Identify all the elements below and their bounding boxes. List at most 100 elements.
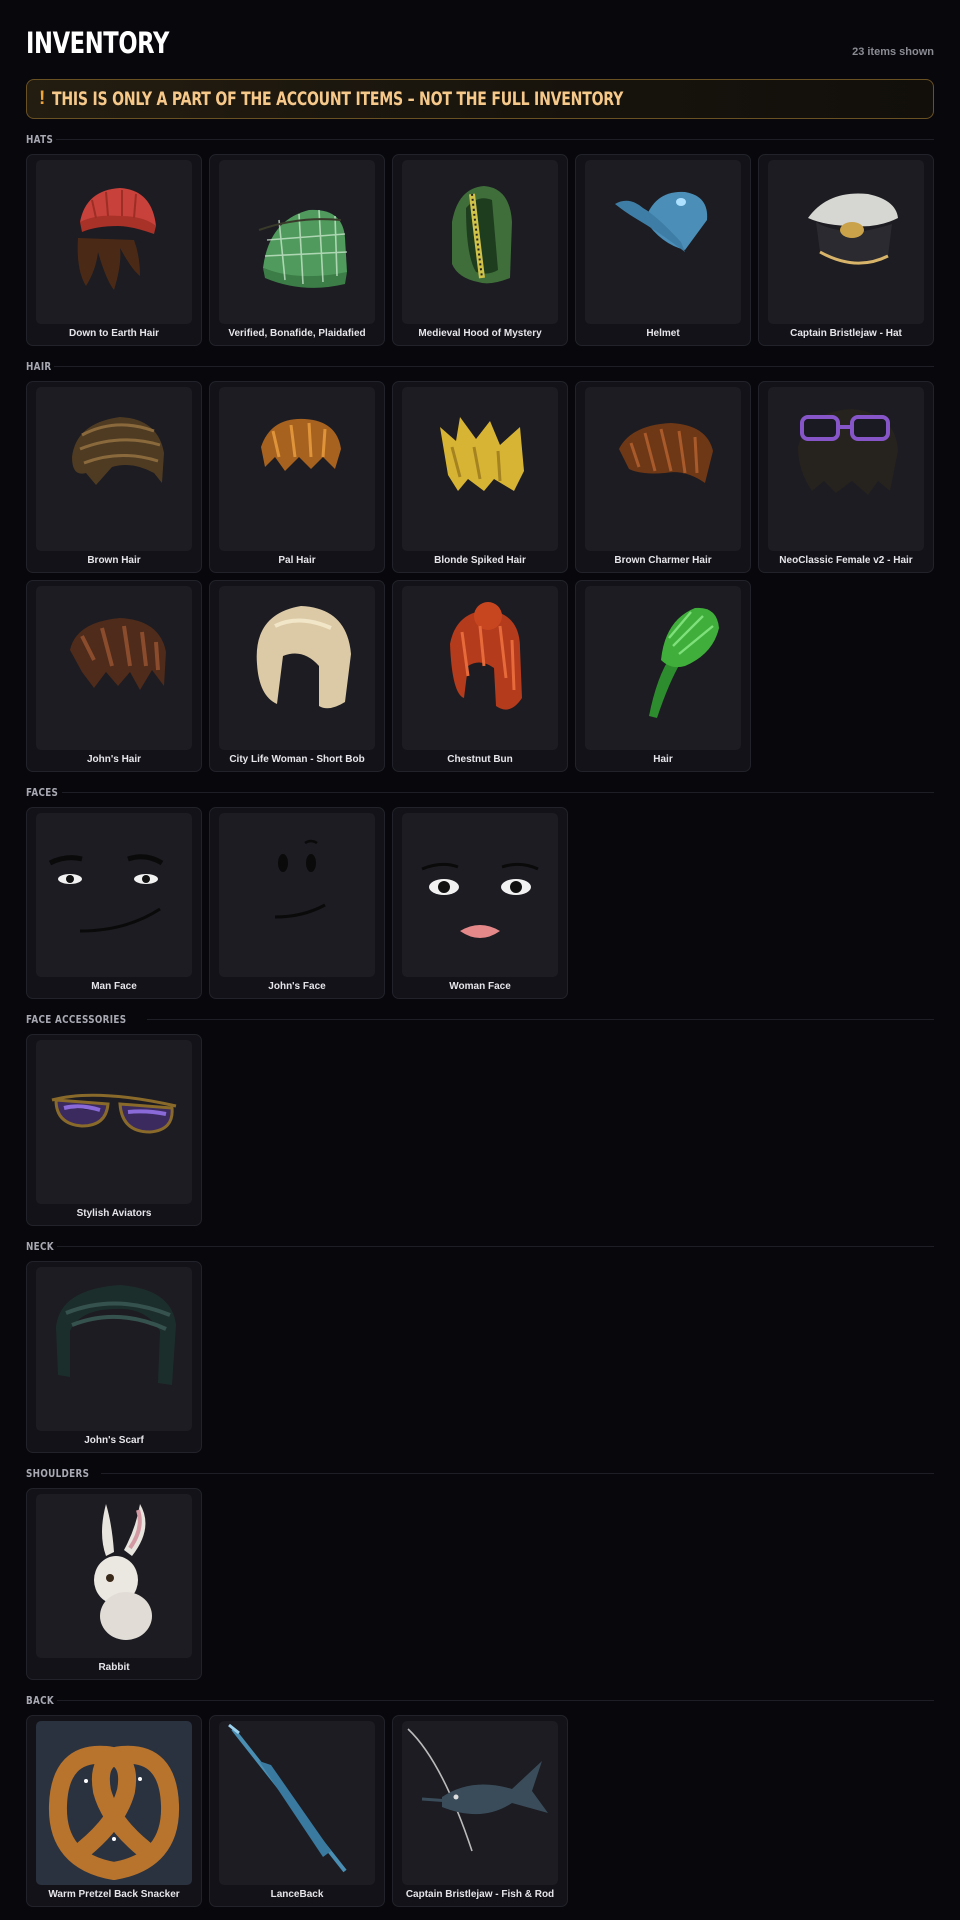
- inventory-page: INVENTORY 23 items shown ! THIS IS ONLY …: [0, 0, 960, 1920]
- inventory-item-card[interactable]: Blonde Spiked Hair: [392, 381, 568, 573]
- item-name: Woman Face: [449, 981, 511, 992]
- item-name: Helmet: [646, 328, 680, 339]
- item-name: Medieval Hood of Mystery: [418, 328, 542, 339]
- scarf-icon: [56, 1285, 176, 1385]
- section-divider: [57, 1699, 934, 1701]
- inventory-item-card[interactable]: Chestnut Bun: [392, 580, 568, 772]
- section-label: FACE ACCESSORIES: [26, 1012, 127, 1026]
- warning-message: THIS IS ONLY A PART OF THE ACCOUNT ITEMS…: [52, 88, 624, 110]
- item-thumbnail: [402, 160, 558, 324]
- item-name: Captain Bristlejaw - Hat: [790, 328, 902, 339]
- item-name: Stylish Aviators: [76, 1208, 152, 1219]
- item-name: NeoClassic Female v2 - Hair: [779, 555, 913, 566]
- johns-hair-icon: [70, 618, 166, 690]
- inventory-sections: HATS Down to Earth Hair Verified, Bonafi…: [26, 132, 934, 1907]
- page-title: INVENTORY: [26, 26, 169, 60]
- chestnut-bun-icon: [450, 602, 522, 710]
- item-thumbnail: [402, 387, 558, 551]
- item-name: Warm Pretzel Back Snacker: [48, 1889, 180, 1900]
- item-thumbnail: [585, 586, 741, 750]
- item-thumbnail: [219, 813, 375, 977]
- inventory-item-card[interactable]: Warm Pretzel Back Snacker: [26, 1715, 202, 1907]
- item-grid: Down to Earth Hair Verified, Bonafide, P…: [26, 154, 934, 346]
- item-grid: Warm Pretzel Back Snacker LanceBack Capt…: [26, 1715, 934, 1907]
- item-name: John's Hair: [86, 754, 142, 765]
- partial-inventory-warning-banner: ! THIS IS ONLY A PART OF THE ACCOUNT ITE…: [26, 79, 934, 119]
- inventory-item-card[interactable]: Woman Face: [392, 807, 568, 999]
- item-name: John's Face: [268, 981, 326, 992]
- neoclassic-hair-icon: [798, 409, 898, 495]
- fish-rod-icon: [407, 1728, 548, 1852]
- aviators-icon: [51, 1093, 177, 1134]
- item-name: Blonde Spiked Hair: [434, 555, 526, 566]
- inventory-item-card[interactable]: Down to Earth Hair: [26, 154, 202, 346]
- inventory-item-card[interactable]: Rabbit: [26, 1488, 202, 1680]
- section-divider: [53, 365, 934, 367]
- section-header-faces: FACES: [26, 785, 934, 799]
- inventory-item-card[interactable]: Captain Bristlejaw - Fish & Rod: [392, 1715, 568, 1907]
- item-name: Man Face: [91, 981, 137, 992]
- inventory-item-card[interactable]: City Life Woman - Short Bob: [209, 580, 385, 772]
- section-divider: [101, 1472, 934, 1474]
- item-name: Captain Bristlejaw - Fish & Rod: [405, 1889, 555, 1900]
- inventory-item-card[interactable]: LanceBack: [209, 1715, 385, 1907]
- inventory-item-card[interactable]: John's Scarf: [26, 1261, 202, 1453]
- inventory-item-card[interactable]: Stylish Aviators: [26, 1034, 202, 1226]
- section-divider: [55, 138, 934, 140]
- page-header: INVENTORY 23 items shown: [26, 26, 934, 60]
- warning-icon: !: [39, 88, 46, 109]
- item-thumbnail: [36, 813, 192, 977]
- item-thumbnail: [36, 1267, 192, 1431]
- inventory-item-card[interactable]: Hair: [575, 580, 751, 772]
- inventory-item-card[interactable]: Pal Hair: [209, 381, 385, 573]
- item-thumbnail: [585, 387, 741, 551]
- item-thumbnail: [219, 586, 375, 750]
- inventory-item-card[interactable]: Captain Bristlejaw - Hat: [758, 154, 934, 346]
- inventory-item-card[interactable]: Medieval Hood of Mystery: [392, 154, 568, 346]
- item-thumbnail: [402, 586, 558, 750]
- item-thumbnail: [585, 160, 741, 324]
- inventory-item-card[interactable]: NeoClassic Female v2 - Hair: [758, 381, 934, 573]
- inventory-item-card[interactable]: Verified, Bonafide, Plaidafied: [209, 154, 385, 346]
- item-grid: Brown Hair Pal Hair Blonde Spiked Hair B…: [26, 381, 934, 772]
- section-divider: [56, 1245, 934, 1247]
- item-count: 23 items shown: [852, 46, 934, 58]
- section-header-neck: NECK: [26, 1239, 934, 1253]
- item-thumbnail: [36, 387, 192, 551]
- plaid-cap-icon: [258, 209, 348, 288]
- section-header-shoulders: SHOULDERS: [26, 1466, 934, 1480]
- item-name: Down to Earth Hair: [68, 328, 159, 339]
- item-thumbnail: [768, 387, 924, 551]
- section-divider: [62, 791, 934, 793]
- item-name: Verified, Bonafide, Plaidafied: [228, 328, 366, 339]
- charmer-hair-icon: [619, 423, 713, 483]
- section-label: SHOULDERS: [26, 1466, 90, 1480]
- inventory-item-card[interactable]: Brown Hair: [26, 381, 202, 573]
- red-beanie-hair-icon: [77, 188, 156, 290]
- item-name: John's Scarf: [84, 1435, 144, 1446]
- inventory-item-card[interactable]: John's Hair: [26, 580, 202, 772]
- item-grid: Rabbit: [26, 1488, 934, 1680]
- man-face-icon: [48, 854, 164, 933]
- section-label: NECK: [26, 1239, 54, 1253]
- blue-helmet-icon: [615, 191, 708, 252]
- section-label: HATS: [26, 132, 54, 146]
- section-label: BACK: [26, 1693, 55, 1707]
- item-thumbnail: [219, 1721, 375, 1885]
- item-thumbnail: [36, 1040, 192, 1204]
- woman-face-icon: [421, 862, 539, 938]
- section-header-hats: HATS: [26, 132, 934, 146]
- item-grid: Man Face John's Face Woman Face: [26, 807, 934, 999]
- section-label: FACES: [26, 785, 59, 799]
- inventory-item-card[interactable]: Man Face: [26, 807, 202, 999]
- section-header-hair: HAIR: [26, 359, 934, 373]
- johns-face-icon: [274, 839, 326, 919]
- inventory-item-card[interactable]: Helmet: [575, 154, 751, 346]
- inventory-item-card[interactable]: John's Face: [209, 807, 385, 999]
- short-bob-icon: [256, 606, 351, 709]
- rabbit-icon: [94, 1504, 152, 1640]
- section-divider: [147, 1018, 934, 1020]
- inventory-item-card[interactable]: Brown Charmer Hair: [575, 381, 751, 573]
- green-hood-icon: [452, 186, 512, 284]
- green-hair-icon: [649, 607, 719, 718]
